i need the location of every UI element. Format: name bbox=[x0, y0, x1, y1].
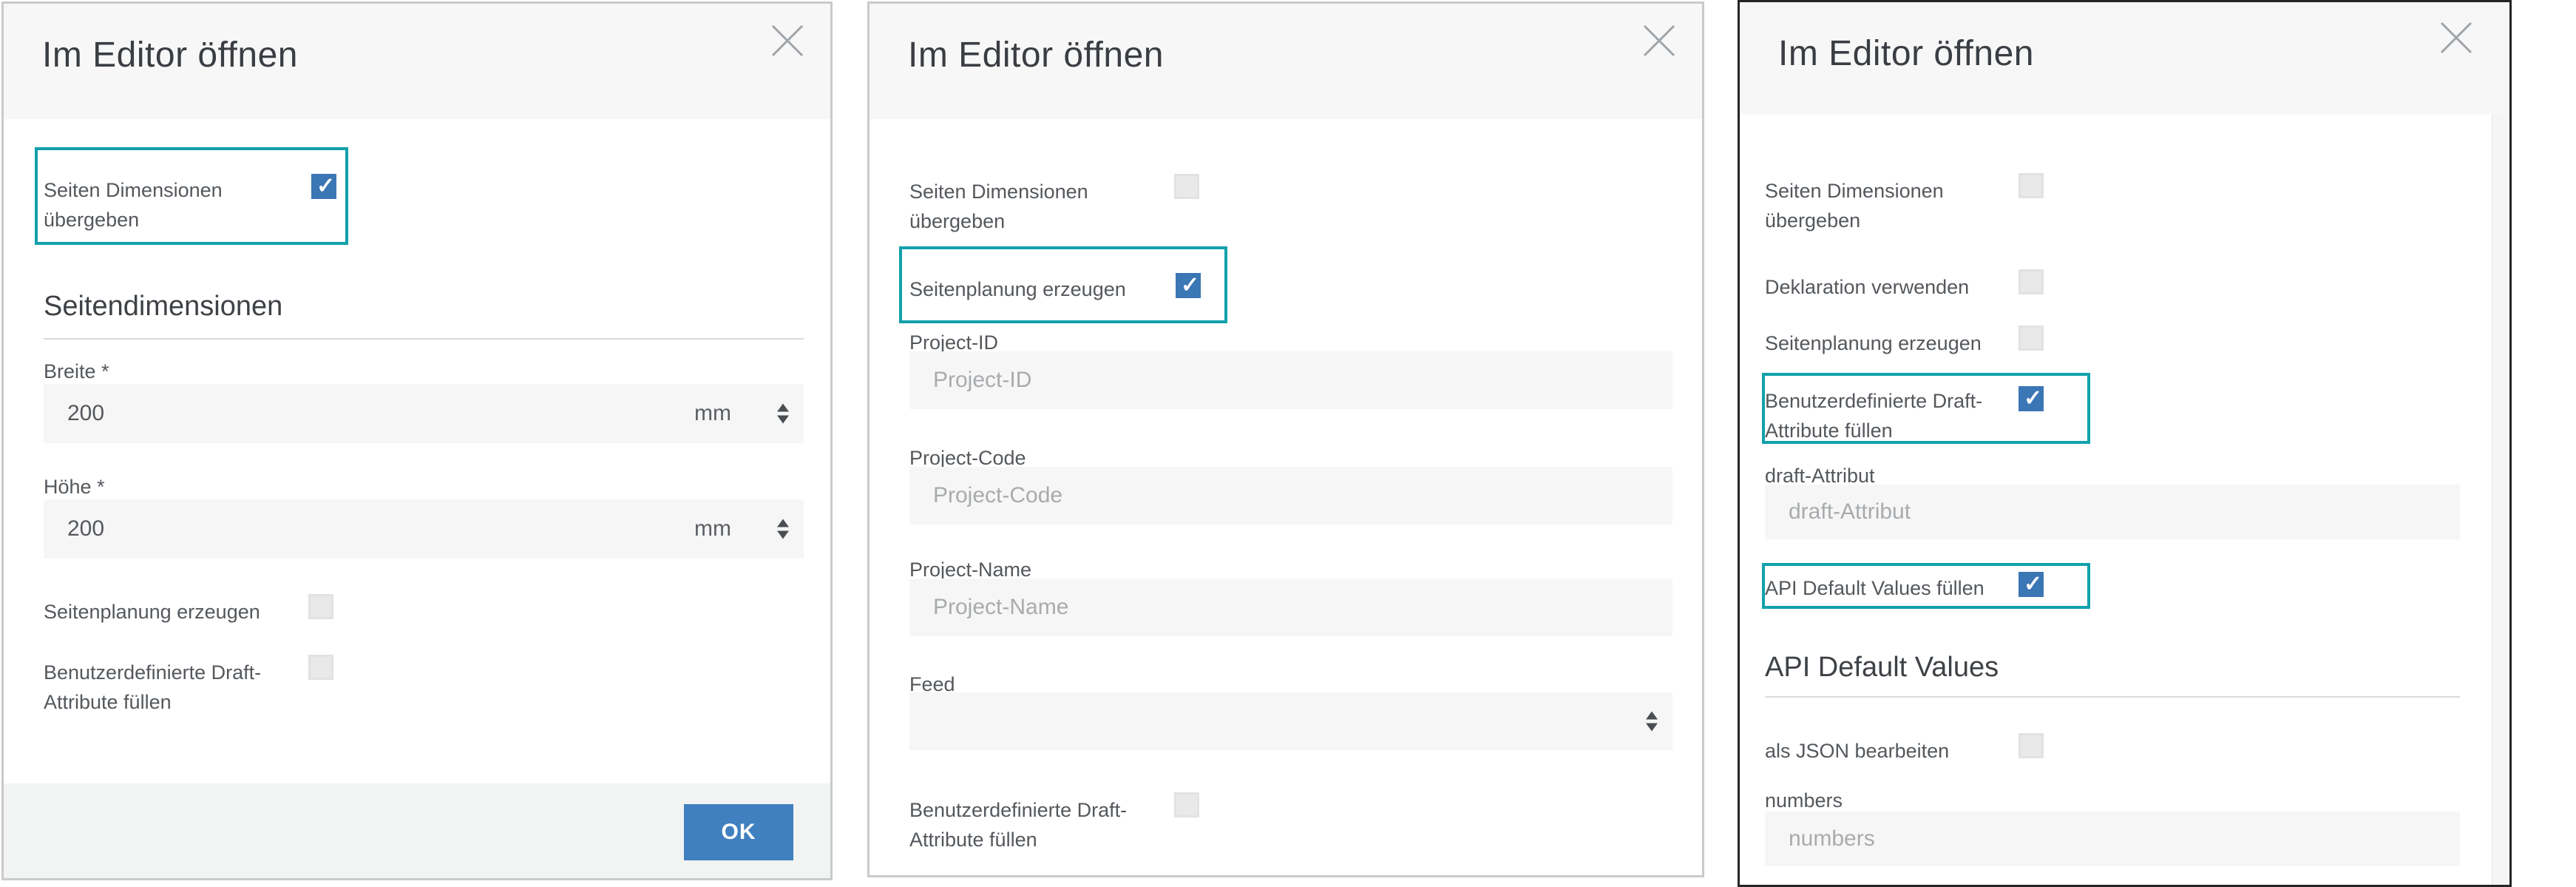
draft-attribut-field bbox=[1765, 485, 2460, 539]
checkbox-seitenplanung[interactable] bbox=[1176, 273, 1201, 298]
feed-select[interactable] bbox=[909, 692, 1672, 750]
checkbox-row-als-json: als JSON bearbeiten bbox=[1765, 736, 2112, 766]
checkbox-label: Seitenplanung erzeugen bbox=[909, 274, 1153, 304]
checkbox-label: Seiten Dimensionen übergeben bbox=[909, 177, 1153, 236]
checkbox-seitenplanung[interactable] bbox=[308, 594, 333, 619]
hoehe-unit: mm bbox=[694, 516, 731, 542]
dialog-header: Im Editor öffnen bbox=[4, 4, 830, 119]
checkbox-label: Deklaration verwenden bbox=[1765, 272, 2009, 302]
dialogs-stage: Im Editor öffnen Seiten Dimensionen über… bbox=[0, 0, 2576, 887]
project-name-field bbox=[909, 579, 1672, 636]
scrollbar[interactable] bbox=[2492, 115, 2509, 885]
dialog-title: Im Editor öffnen bbox=[908, 35, 1164, 75]
project-id-input[interactable] bbox=[909, 351, 1672, 409]
breite-label: Breite * bbox=[44, 360, 109, 383]
checkbox-row-deklaration: Deklaration verwenden bbox=[1765, 272, 2112, 302]
dialog-header: Im Editor öffnen bbox=[870, 4, 1702, 119]
close-icon[interactable] bbox=[1638, 20, 1680, 61]
checkbox-label: Seitenplanung erzeugen bbox=[1765, 328, 2009, 358]
hoehe-label: Höhe * bbox=[44, 476, 105, 499]
checkbox-row-seiten-dimensionen: Seiten Dimensionen übergeben bbox=[1765, 176, 2112, 235]
breite-unit: mm bbox=[694, 401, 731, 426]
checkbox-als-json[interactable] bbox=[2019, 733, 2044, 758]
checkbox-draft-attribute[interactable] bbox=[1174, 792, 1199, 817]
checkbox-seiten-dimensionen[interactable] bbox=[311, 174, 336, 199]
stepper-icon[interactable] bbox=[777, 404, 789, 424]
checkbox-row-api-default-values: API Default Values füllen bbox=[1765, 573, 2112, 603]
checkbox-draft-attribute[interactable] bbox=[308, 655, 333, 680]
checkbox-label: Seitenplanung erzeugen bbox=[44, 597, 288, 627]
dialog-title: Im Editor öffnen bbox=[42, 35, 298, 75]
checkbox-draft-attribute[interactable] bbox=[2019, 386, 2044, 411]
checkbox-label: Benutzerdefinierte Draft-Attribute fülle… bbox=[1765, 386, 2009, 445]
close-icon[interactable] bbox=[2436, 17, 2477, 58]
dialog-im-editor-oeffnen-1: Im Editor öffnen Seiten Dimensionen über… bbox=[1, 1, 833, 880]
dialog-header: Im Editor öffnen bbox=[1740, 2, 2509, 115]
hoehe-input[interactable] bbox=[44, 499, 804, 559]
checkbox-label: als JSON bearbeiten bbox=[1765, 736, 2009, 766]
numbers-label: numbers bbox=[1765, 789, 1843, 812]
highlight-box-seitenplanung: Seitenplanung erzeugen bbox=[899, 246, 1227, 323]
checkbox-label: Benutzerdefinierte Draft-Attribute fülle… bbox=[909, 795, 1153, 854]
breite-input[interactable] bbox=[44, 384, 804, 443]
section-divider bbox=[1765, 696, 2460, 698]
stepper-icon[interactable] bbox=[777, 519, 789, 539]
checkbox-row-seitenplanung: Seitenplanung erzeugen bbox=[909, 274, 1257, 304]
dialog-im-editor-oeffnen-2: Im Editor öffnen Seiten Dimensionen über… bbox=[867, 1, 1704, 877]
highlight-box-draft-attribute: Benutzerdefinierte Draft-Attribute fülle… bbox=[1762, 373, 2090, 444]
section-heading-api-default-values: API Default Values bbox=[1765, 652, 1999, 684]
checkbox-label: Seiten Dimensionen übergeben bbox=[44, 175, 288, 235]
checkbox-label: API Default Values füllen bbox=[1765, 573, 2009, 603]
checkbox-label: Seiten Dimensionen übergeben bbox=[1765, 176, 2009, 235]
numbers-field bbox=[1765, 812, 2460, 866]
breite-field: mm bbox=[44, 384, 804, 443]
section-divider bbox=[44, 338, 804, 340]
section-heading-seitendimensionen: Seitendimensionen bbox=[44, 291, 282, 323]
draft-attribut-input[interactable] bbox=[1765, 485, 2460, 539]
project-code-field bbox=[909, 467, 1672, 525]
project-id-field bbox=[909, 351, 1672, 409]
dialog-footer: OK bbox=[4, 783, 830, 878]
checkbox-row-draft-attribute: Benutzerdefinierte Draft-Attribute fülle… bbox=[909, 795, 1257, 854]
hoehe-field: mm bbox=[44, 499, 804, 559]
highlight-box-api-default-values: API Default Values füllen bbox=[1762, 563, 2090, 609]
checkbox-row-seiten-dimensionen: Seiten Dimensionen übergeben bbox=[909, 177, 1257, 236]
checkbox-seiten-dimensionen[interactable] bbox=[2019, 173, 2044, 198]
checkbox-row-seitenplanung: Seitenplanung erzeugen bbox=[1765, 328, 2112, 358]
checkbox-label: Benutzerdefinierte Draft-Attribute fülle… bbox=[44, 658, 288, 717]
project-name-input[interactable] bbox=[909, 579, 1672, 636]
highlight-box-seiten-dimensionen: Seiten Dimensionen übergeben bbox=[35, 147, 348, 245]
checkbox-seiten-dimensionen[interactable] bbox=[1174, 174, 1199, 199]
checkbox-row-draft-attribute: Benutzerdefinierte Draft-Attribute fülle… bbox=[44, 658, 391, 717]
dialog-im-editor-oeffnen-3: Im Editor öffnen Seiten Dimensionen über… bbox=[1738, 0, 2512, 887]
numbers-input[interactable] bbox=[1765, 812, 2460, 866]
stepper-icon[interactable] bbox=[1646, 712, 1658, 732]
checkbox-api-default-values[interactable] bbox=[2019, 572, 2044, 597]
checkbox-seitenplanung[interactable] bbox=[2019, 326, 2044, 351]
dialog-title: Im Editor öffnen bbox=[1778, 33, 2034, 74]
project-code-input[interactable] bbox=[909, 467, 1672, 525]
ok-button[interactable]: OK bbox=[684, 804, 793, 860]
checkbox-row-draft-attribute: Benutzerdefinierte Draft-Attribute fülle… bbox=[1765, 386, 2112, 445]
close-icon[interactable] bbox=[767, 20, 808, 61]
checkbox-row-seiten-dimensionen: Seiten Dimensionen übergeben bbox=[44, 175, 391, 235]
checkbox-deklaration[interactable] bbox=[2019, 269, 2044, 294]
checkbox-row-seitenplanung: Seitenplanung erzeugen bbox=[44, 597, 391, 627]
